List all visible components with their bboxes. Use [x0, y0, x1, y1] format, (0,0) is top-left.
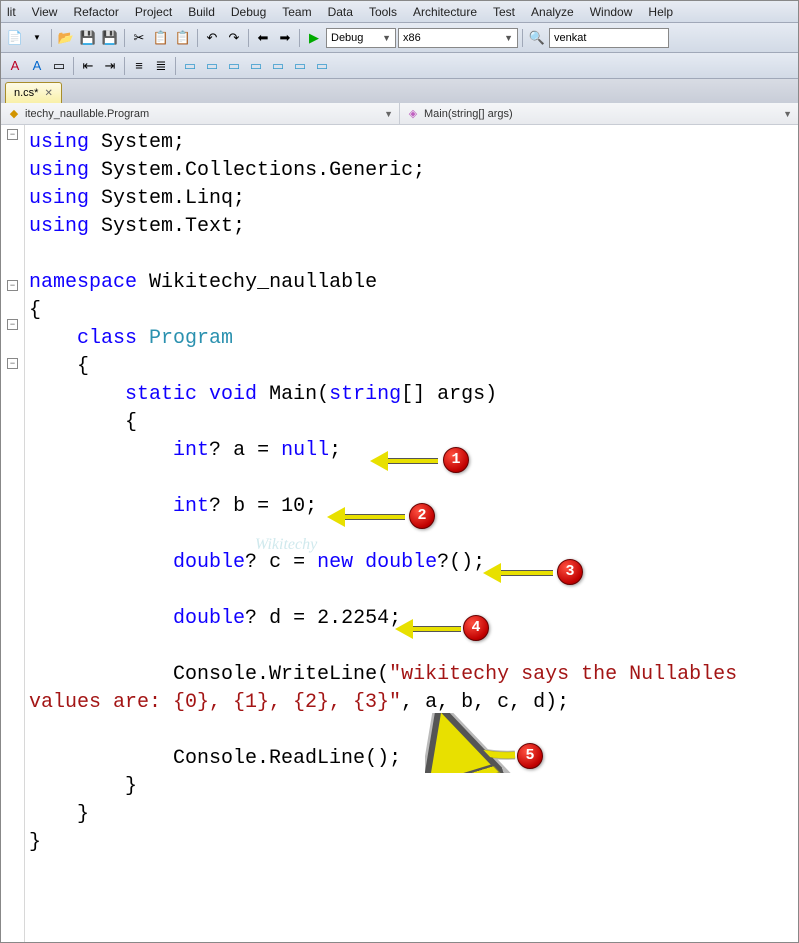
window-icon[interactable]: ▭ — [312, 56, 332, 76]
annotations: 1 2 3 4 5 — [25, 125, 798, 942]
fold-icon[interactable]: − — [7, 358, 18, 369]
menu-analyze[interactable]: Analyze — [523, 3, 582, 21]
menu-build[interactable]: Build — [180, 3, 223, 21]
paste-icon[interactable]: 📋 — [173, 28, 193, 48]
find-icon[interactable]: 🔍 — [527, 28, 547, 48]
arrow-line — [345, 514, 405, 520]
tab-label: n.cs* — [14, 87, 38, 99]
arrow-icon — [425, 713, 545, 773]
chevron-down-icon: ▼ — [783, 109, 792, 119]
window-icon[interactable]: ▭ — [224, 56, 244, 76]
menu-view[interactable]: View — [24, 3, 66, 21]
nav-member-combo[interactable]: ◈ Main(string[] args) ▼ — [400, 103, 798, 124]
indent-inc-icon[interactable]: ⇥ — [100, 56, 120, 76]
annotation-bubble-1: 1 — [443, 447, 469, 473]
search-value: venkat — [554, 32, 586, 44]
new-project-icon[interactable]: 📄 — [5, 28, 25, 48]
menu-team[interactable]: Team — [274, 3, 319, 21]
toolbar-main: 📄 ▼ 📂 💾 💾 ✂ 📋 📋 ↶ ↷ ⬅ ➡ ▶ Debug ▼ x86 ▼ … — [1, 23, 798, 53]
arrow-icon — [370, 451, 388, 471]
menu-data[interactable]: Data — [320, 3, 361, 21]
code-editor[interactable]: − − − − using System; using System.Colle… — [1, 125, 798, 942]
nav-scope: itechy_naullable.Program — [25, 108, 149, 120]
code-content[interactable]: using System; using System.Collections.G… — [25, 125, 798, 942]
menu-edit[interactable]: lit — [5, 3, 24, 21]
method-icon: ◈ — [406, 107, 420, 121]
fold-icon[interactable]: − — [7, 280, 18, 291]
annotation-bubble-4: 4 — [463, 615, 489, 641]
platform-combo[interactable]: x86 ▼ — [398, 28, 518, 48]
tab-strip: n.cs* ✕ — [1, 79, 798, 103]
window-icon[interactable]: ▭ — [180, 56, 200, 76]
arrow-line — [413, 626, 461, 632]
menu-refactor[interactable]: Refactor — [65, 3, 126, 21]
copy-icon[interactable]: 📋 — [151, 28, 171, 48]
watermark: Wikitechy — [255, 531, 317, 559]
arrow-icon — [483, 563, 501, 583]
nav-back-icon[interactable]: ⬅ — [253, 28, 273, 48]
open-icon[interactable]: 📂 — [56, 28, 76, 48]
menu-help[interactable]: Help — [640, 3, 681, 21]
platform-value: x86 — [403, 32, 421, 44]
class-icon: ◆ — [7, 107, 21, 121]
undo-icon[interactable]: ↶ — [202, 28, 222, 48]
menu-bar: lit View Refactor Project Build Debug Te… — [1, 1, 798, 23]
uncomment-icon[interactable]: ≣ — [151, 56, 171, 76]
chevron-down-icon: ▼ — [384, 109, 393, 119]
config-value: Debug — [331, 32, 363, 44]
search-input[interactable]: venkat — [549, 28, 669, 48]
arrow-line — [501, 570, 553, 576]
redo-icon[interactable]: ↷ — [224, 28, 244, 48]
annotation-bubble-5: 5 — [517, 743, 543, 769]
file-tab[interactable]: n.cs* ✕ — [5, 82, 62, 103]
window-icon[interactable]: ▭ — [202, 56, 222, 76]
comment-icon[interactable]: ≡ — [129, 56, 149, 76]
indent-dec-icon[interactable]: ⇤ — [78, 56, 98, 76]
annotation-bubble-3: 3 — [557, 559, 583, 585]
menu-tools[interactable]: Tools — [361, 3, 405, 21]
dropdown-icon[interactable]: ▼ — [27, 28, 47, 48]
menu-architecture[interactable]: Architecture — [405, 3, 485, 21]
arrow-icon — [327, 507, 345, 527]
highlight-icon[interactable]: ▭ — [49, 56, 69, 76]
chevron-down-icon: ▼ — [504, 33, 513, 43]
window-icon[interactable]: ▭ — [290, 56, 310, 76]
window-icon[interactable]: ▭ — [246, 56, 266, 76]
save-all-icon[interactable]: 💾 — [100, 28, 120, 48]
text-icon-2[interactable]: A — [27, 56, 47, 76]
menu-test[interactable]: Test — [485, 3, 523, 21]
config-combo[interactable]: Debug ▼ — [326, 28, 396, 48]
text-icon[interactable]: A — [5, 56, 25, 76]
window-icon[interactable]: ▭ — [268, 56, 288, 76]
nav-fwd-icon[interactable]: ➡ — [275, 28, 295, 48]
fold-icon[interactable]: − — [7, 319, 18, 330]
toolbar-text: A A ▭ ⇤ ⇥ ≡ ≣ ▭ ▭ ▭ ▭ ▭ ▭ ▭ — [1, 53, 798, 79]
menu-debug[interactable]: Debug — [223, 3, 274, 21]
save-icon[interactable]: 💾 — [78, 28, 98, 48]
cut-icon[interactable]: ✂ — [129, 28, 149, 48]
fold-icon[interactable]: − — [7, 129, 18, 140]
start-icon[interactable]: ▶ — [304, 28, 324, 48]
gutter: − − − − — [1, 125, 25, 942]
nav-bar: ◆ itechy_naullable.Program ▼ ◈ Main(stri… — [1, 103, 798, 125]
menu-window[interactable]: Window — [582, 3, 641, 21]
nav-member: Main(string[] args) — [424, 108, 513, 120]
annotation-bubble-2: 2 — [409, 503, 435, 529]
menu-project[interactable]: Project — [127, 3, 180, 21]
nav-scope-combo[interactable]: ◆ itechy_naullable.Program ▼ — [1, 103, 400, 124]
arrow-line — [388, 458, 438, 464]
close-icon[interactable]: ✕ — [44, 88, 52, 99]
chevron-down-icon: ▼ — [382, 33, 391, 43]
